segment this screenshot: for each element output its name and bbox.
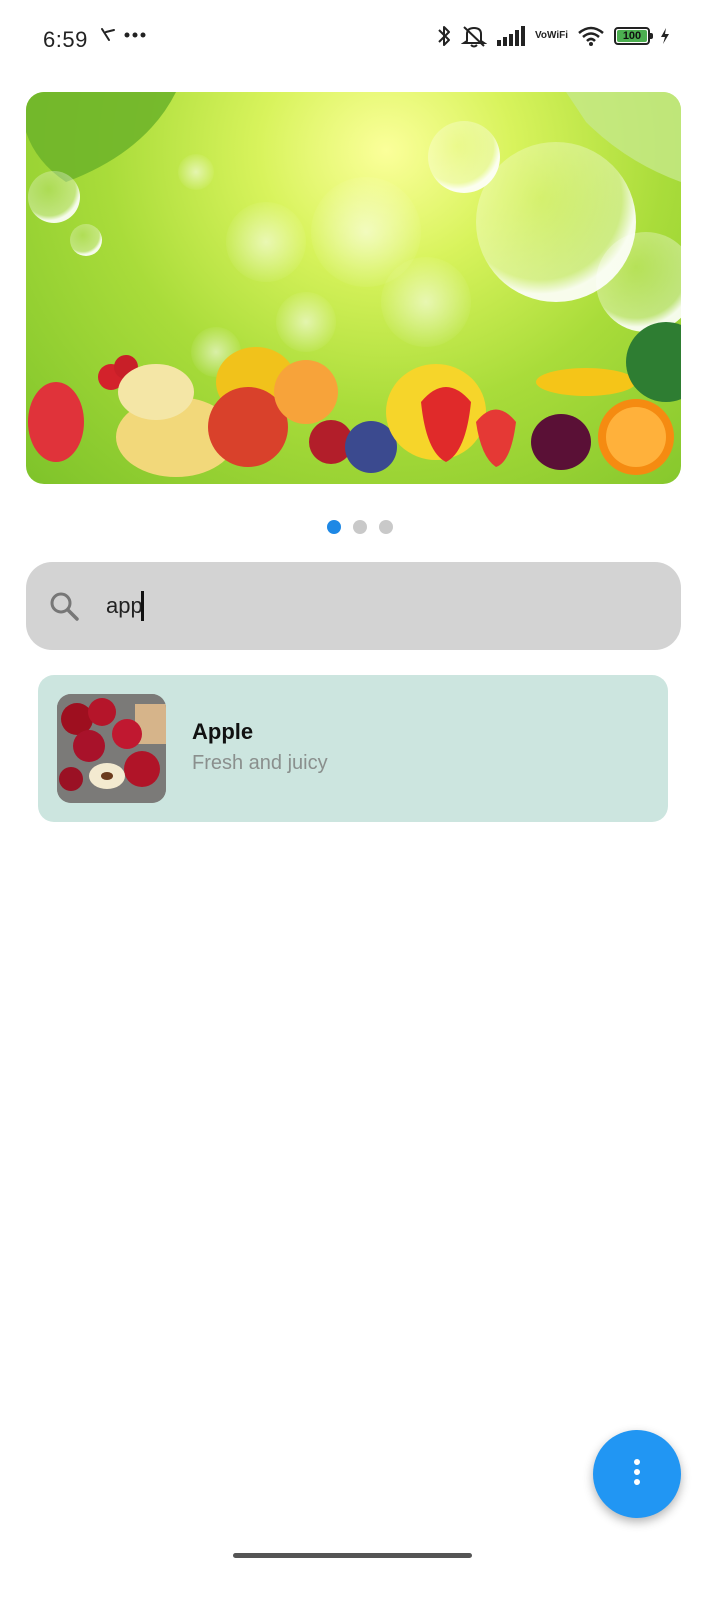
signal-icon — [496, 26, 525, 46]
pager-dot-3[interactable] — [379, 520, 393, 534]
vowifi-line2: WiFi — [546, 30, 568, 41]
vowifi-line1: Vo — [534, 30, 547, 41]
home-indicator[interactable] — [233, 1553, 472, 1558]
battery-level: 100 — [617, 30, 647, 42]
pager-dot-1[interactable] — [327, 520, 341, 534]
charging-icon — [660, 28, 670, 44]
status-bar: 6:59 Vo WiFi 100 — [0, 0, 720, 80]
result-title: Apple — [192, 719, 254, 744]
banner-illustration — [26, 92, 681, 477]
wifi-icon — [578, 26, 604, 46]
search-input[interactable] — [106, 580, 646, 632]
app-screen: 6:59 Vo WiFi 100 app Apple Fresh and jui… — [0, 0, 720, 1600]
more-vert-icon — [633, 1458, 641, 1490]
search-bar[interactable] — [26, 562, 681, 650]
result-subtitle: Fresh and juicy — [192, 752, 328, 774]
status-time: 6:59 — [43, 27, 88, 52]
more-dots-icon — [124, 32, 146, 38]
result-card-apple[interactable]: Apple Fresh and juicy — [38, 675, 668, 822]
status-right-icons: Vo WiFi 100 — [437, 24, 670, 48]
fruits-banner-image[interactable] — [26, 92, 681, 484]
banner-pager — [0, 520, 720, 534]
apples-image — [57, 694, 166, 803]
more-options-fab[interactable] — [593, 1430, 681, 1518]
pager-dot-2[interactable] — [353, 520, 367, 534]
battery-icon: 100 — [614, 27, 653, 45]
status-left-icons — [100, 26, 146, 44]
search-icon — [48, 590, 80, 626]
vowifi-icon: Vo WiFi — [535, 31, 568, 41]
notification-check-icon — [100, 26, 116, 44]
text-caret — [141, 591, 144, 621]
bluetooth-icon — [437, 24, 451, 48]
mute-icon — [460, 24, 487, 48]
